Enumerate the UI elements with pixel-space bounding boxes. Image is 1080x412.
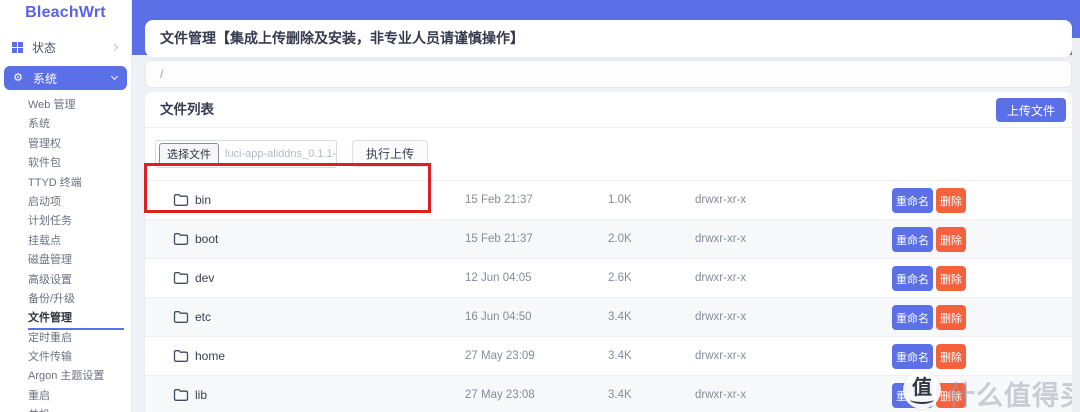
table-row[interactable]: boot 15 Feb 21:37 2.0K drwxr-xr-x 重命名 删除 bbox=[145, 219, 1072, 258]
gear-icon: ⚙ bbox=[13, 72, 23, 84]
submenu-item-argon-theme[interactable]: Argon 主题设置 bbox=[0, 367, 131, 386]
file-list-title: 文件列表 bbox=[160, 102, 214, 117]
file-date: 15 Feb 21:37 bbox=[465, 194, 533, 206]
delete-button[interactable]: 删除 bbox=[936, 188, 966, 213]
submenu-item-system[interactable]: 系统 bbox=[0, 115, 131, 134]
file-size: 3.4K bbox=[608, 350, 632, 362]
file-date: 16 Jun 04:50 bbox=[465, 311, 532, 323]
file-size: 3.4K bbox=[608, 311, 632, 323]
chevron-right-icon bbox=[110, 43, 119, 51]
rename-button[interactable]: 重命名 bbox=[892, 188, 933, 213]
sidebar-item-label: 状态 bbox=[32, 40, 57, 55]
file-permissions: drwxr-xr-x bbox=[695, 350, 747, 362]
page-title: 文件管理【集成上传删除及安装，非专业人员请谨慎操作】 bbox=[160, 30, 524, 46]
rename-button[interactable]: 重命名 bbox=[892, 227, 933, 252]
file-date: 27 May 23:08 bbox=[465, 389, 535, 401]
table-row[interactable]: home 27 May 23:09 3.4K drwxr-xr-x 重命名 删除 bbox=[145, 336, 1072, 375]
file-name: boot bbox=[195, 232, 219, 246]
folder-icon bbox=[173, 389, 189, 401]
file-size: 2.0K bbox=[608, 233, 632, 245]
folder-icon bbox=[173, 272, 189, 284]
submenu-item-advanced-settings[interactable]: 高级设置 bbox=[0, 271, 131, 290]
page-title-card: 文件管理【集成上传删除及安装，非专业人员请谨慎操作】 bbox=[145, 20, 1072, 57]
sidebar-item-status[interactable]: 状态 bbox=[4, 36, 127, 58]
watermark-text: 什么值得买 bbox=[948, 381, 1080, 411]
upload-zone: 选择文件 luci-app-aliddns_0.1.1-1_all.ipk 执行… bbox=[144, 128, 1072, 213]
rename-button[interactable]: 重命名 bbox=[892, 266, 933, 291]
choose-file-button[interactable]: 选择文件 bbox=[159, 143, 219, 165]
file-list-card: 文件列表 上传文件 选择文件 luci-app-aliddns_0.1.1-1_… bbox=[144, 92, 1072, 412]
file-list-header: 文件列表 上传文件 bbox=[145, 92, 1072, 128]
delete-button[interactable]: 删除 bbox=[936, 266, 966, 291]
submenu-item-scheduled-reboot[interactable]: 定时重启 bbox=[0, 329, 131, 348]
file-size: 3.4K bbox=[608, 389, 632, 401]
submenu-item-file-management[interactable]: 文件管理 bbox=[0, 309, 131, 331]
submenu-item-ttyd[interactable]: TTYD 终端 bbox=[0, 174, 131, 193]
smzdm-badge-icon: 值 bbox=[903, 371, 941, 409]
scrollbar[interactable] bbox=[1072, 38, 1080, 412]
submenu-item-web-admin[interactable]: Web 管理 bbox=[0, 96, 131, 115]
table-row[interactable]: bin 15 Feb 21:37 1.0K drwxr-xr-x 重命名 删除 bbox=[145, 180, 1072, 219]
file-name: etc bbox=[195, 310, 212, 324]
folder-icon bbox=[173, 311, 189, 323]
file-size: 1.0K bbox=[608, 194, 632, 206]
app-logo: BleachWrt bbox=[25, 4, 106, 21]
sidebar-item-system[interactable]: ⚙ 系统 bbox=[4, 66, 127, 90]
file-name: home bbox=[195, 349, 226, 363]
selected-file-name: luci-app-aliddns_0.1.1-1_all.ipk bbox=[225, 148, 337, 160]
file-name: dev bbox=[195, 271, 215, 285]
chevron-down-icon bbox=[110, 72, 119, 81]
file-input[interactable]: 选择文件 luci-app-aliddns_0.1.1-1_all.ipk bbox=[155, 140, 337, 168]
rename-button[interactable]: 重命名 bbox=[892, 305, 933, 330]
file-date: 12 Jun 04:05 bbox=[465, 272, 532, 284]
file-name: lib bbox=[195, 388, 208, 402]
delete-button[interactable]: 删除 bbox=[936, 305, 966, 330]
table-row[interactable]: dev 12 Jun 04:05 2.6K drwxr-xr-x 重命名 删除 bbox=[145, 258, 1072, 297]
submenu-item-shutdown[interactable]: 关机 bbox=[0, 406, 131, 412]
submenu-item-admin-rights[interactable]: 管理权 bbox=[0, 135, 131, 154]
upload-file-button[interactable]: 上传文件 bbox=[995, 98, 1066, 122]
folder-icon bbox=[173, 194, 189, 206]
file-size: 2.6K bbox=[608, 272, 632, 284]
file-permissions: drwxr-xr-x bbox=[695, 233, 747, 245]
path-input[interactable]: / bbox=[145, 60, 1072, 88]
submenu-item-file-transfer[interactable]: 文件传输 bbox=[0, 348, 131, 367]
submenu-item-software[interactable]: 软件包 bbox=[0, 154, 131, 173]
sidebar-item-label: 系统 bbox=[33, 71, 58, 86]
file-date: 27 May 23:09 bbox=[465, 350, 535, 362]
submenu-item-disk-management[interactable]: 磁盘管理 bbox=[0, 251, 131, 270]
system-submenu: Web 管理 系统 管理权 软件包 TTYD 终端 启动项 计划任务 挂载点 磁… bbox=[0, 96, 131, 412]
file-date: 15 Feb 21:37 bbox=[465, 233, 533, 245]
submenu-item-mount-points[interactable]: 挂载点 bbox=[0, 232, 131, 251]
file-permissions: drwxr-xr-x bbox=[695, 272, 747, 284]
file-permissions: drwxr-xr-x bbox=[695, 194, 747, 206]
main-content: 文件管理【集成上传删除及安装，非专业人员请谨慎操作】 / 文件列表 上传文件 选… bbox=[132, 0, 1080, 412]
file-name: bin bbox=[195, 193, 212, 207]
delete-button[interactable]: 删除 bbox=[936, 344, 966, 369]
rename-button[interactable]: 重命名 bbox=[892, 344, 933, 369]
folder-icon bbox=[173, 350, 189, 362]
execute-upload-button[interactable]: 执行上传 bbox=[352, 140, 429, 167]
submenu-item-backup-upgrade[interactable]: 备份/升级 bbox=[0, 290, 131, 309]
folder-icon bbox=[173, 233, 189, 245]
dashboard-grid-icon bbox=[12, 41, 23, 53]
submenu-item-scheduled-tasks[interactable]: 计划任务 bbox=[0, 212, 131, 231]
table-row[interactable]: etc 16 Jun 04:50 3.4K drwxr-xr-x 重命名 删除 bbox=[145, 297, 1072, 336]
submenu-item-startup[interactable]: 启动项 bbox=[0, 193, 131, 212]
file-permissions: drwxr-xr-x bbox=[695, 311, 747, 323]
delete-button[interactable]: 删除 bbox=[936, 227, 966, 252]
sidebar: BleachWrt 状态 ⚙ 系统 Web 管理 系统 管理权 软件包 TTYD… bbox=[0, 0, 132, 412]
submenu-item-reboot[interactable]: 重启 bbox=[0, 387, 131, 406]
file-permissions: drwxr-xr-x bbox=[695, 389, 747, 401]
